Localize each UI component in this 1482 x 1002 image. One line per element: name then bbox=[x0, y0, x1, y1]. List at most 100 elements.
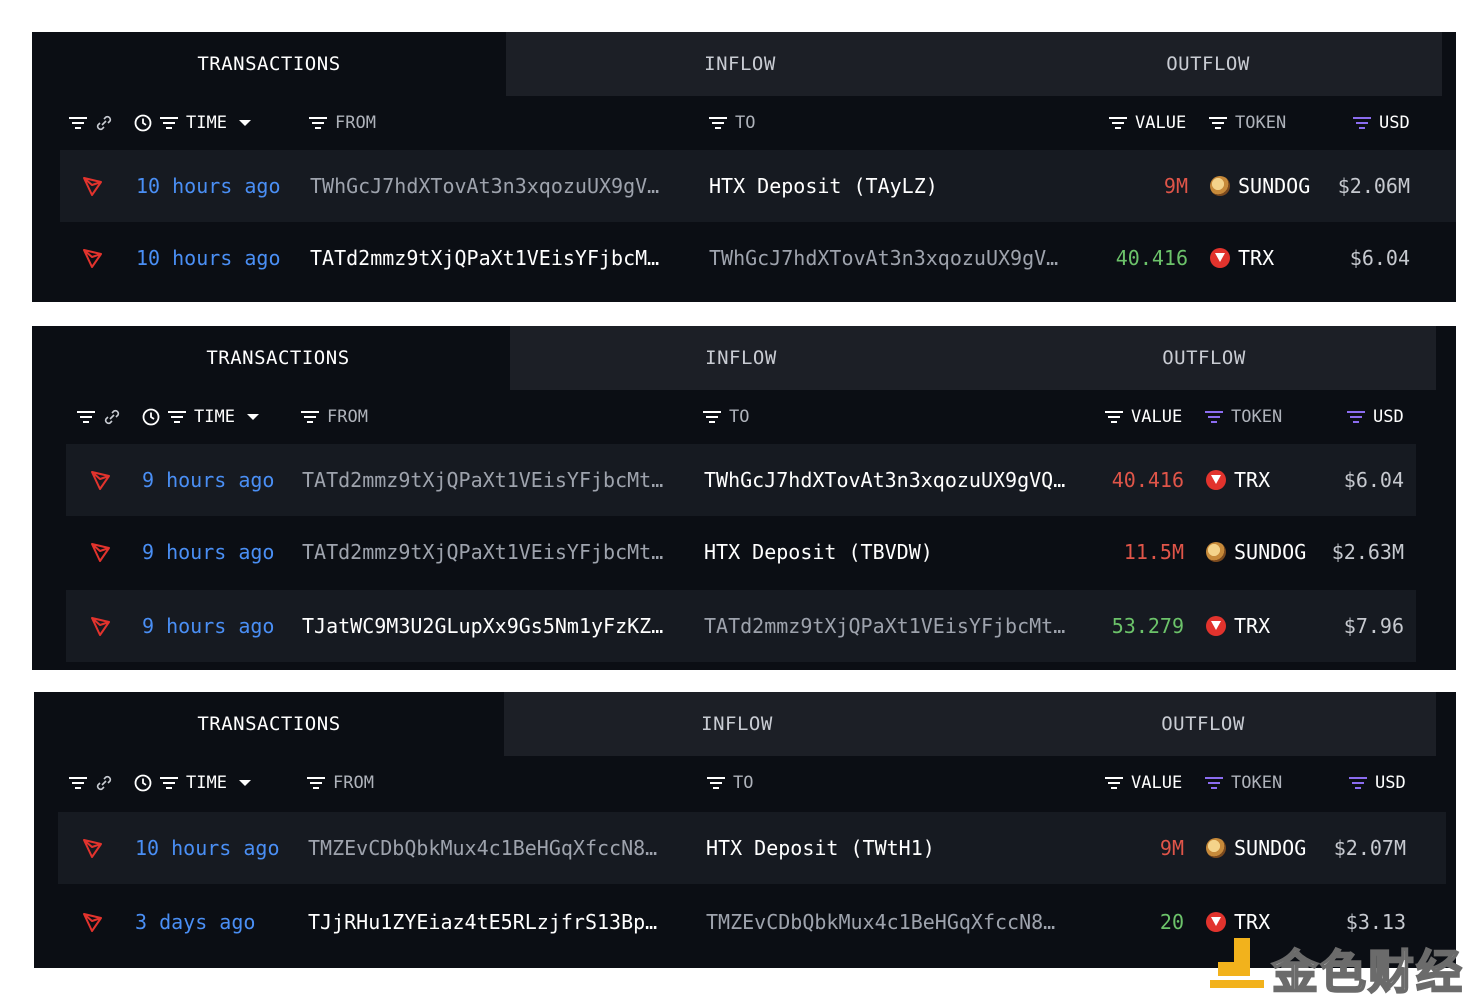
filter-icon[interactable] bbox=[76, 410, 96, 424]
from-address[interactable]: TJatWC9M3U2GLupXx9Gs5Nm1yFzKZ… bbox=[302, 590, 663, 662]
tab-inflow[interactable]: INFLOW bbox=[510, 326, 972, 390]
to-address[interactable]: TMZEvCDbQbkMux4c1BeHGqXfccN8… bbox=[706, 886, 1055, 958]
filter-icon[interactable] bbox=[159, 116, 179, 130]
value-header[interactable]: VALUE bbox=[1104, 756, 1182, 810]
tab-outflow[interactable]: OUTFLOW bbox=[974, 32, 1442, 96]
to-header[interactable]: TO bbox=[702, 390, 749, 444]
time-link[interactable]: 10 hours ago bbox=[135, 812, 280, 884]
token-cell[interactable]: SUNDOG bbox=[1206, 812, 1306, 884]
usd-header[interactable]: USD bbox=[1348, 756, 1406, 810]
watermark-logo: 金色财经 bbox=[1208, 932, 1478, 1000]
value-amount: 9M bbox=[1163, 174, 1188, 198]
caret-down-icon[interactable] bbox=[238, 118, 252, 128]
time-link[interactable]: 3 days ago bbox=[135, 886, 255, 958]
from-address[interactable]: TATd2mmz9tXjQPaXt1VEisYFjbcMt… bbox=[302, 516, 663, 588]
token-cell[interactable]: SUNDOG bbox=[1206, 516, 1306, 588]
caret-down-icon[interactable] bbox=[246, 412, 260, 422]
to-address[interactable]: TWhGcJ7hdXTovAt3n3xqozuUX9gV… bbox=[709, 222, 1058, 294]
filter-icon[interactable] bbox=[159, 776, 179, 790]
tab-transactions[interactable]: TRANSACTIONS bbox=[46, 326, 510, 390]
filter-icon[interactable] bbox=[1348, 776, 1368, 790]
time-link[interactable]: 9 hours ago bbox=[142, 590, 274, 662]
filter-icon[interactable] bbox=[1104, 776, 1124, 790]
usd-header[interactable]: USD bbox=[1352, 96, 1410, 150]
value-header[interactable]: VALUE bbox=[1104, 390, 1182, 444]
token-header[interactable]: TOKEN bbox=[1204, 756, 1282, 810]
filter-icon[interactable] bbox=[1346, 410, 1366, 424]
filter-link-header[interactable] bbox=[76, 390, 121, 444]
tab-outflow[interactable]: OUTFLOW bbox=[970, 692, 1436, 756]
table-row[interactable]: 10 hours ago TWhGcJ7hdXTovAt3n3xqozuUX9g… bbox=[60, 150, 1456, 222]
filter-icon[interactable] bbox=[300, 410, 320, 424]
filter-icon[interactable] bbox=[68, 776, 88, 790]
from-header[interactable]: FROM bbox=[300, 390, 368, 444]
token-cell[interactable]: TRX bbox=[1210, 222, 1274, 294]
token-cell[interactable]: TRX bbox=[1206, 444, 1270, 516]
filter-icon[interactable] bbox=[308, 116, 328, 130]
filter-icon[interactable] bbox=[1204, 776, 1224, 790]
filter-icon[interactable] bbox=[167, 410, 187, 424]
time-header[interactable]: TIME bbox=[142, 390, 260, 444]
from-address[interactable]: TJjRHu1ZYEiaz4tE5RLzjfrS13Bp… bbox=[308, 886, 657, 958]
usd-header[interactable]: USD bbox=[1346, 390, 1404, 444]
time-link[interactable]: 10 hours ago bbox=[136, 222, 281, 294]
filter-icon[interactable] bbox=[706, 776, 726, 790]
link-icon[interactable] bbox=[95, 774, 113, 792]
token-cell[interactable]: TRX bbox=[1206, 590, 1270, 662]
token-header[interactable]: TOKEN bbox=[1204, 390, 1282, 444]
to-address[interactable]: HTX Deposit (TWtH1) bbox=[706, 812, 935, 884]
filter-icon[interactable] bbox=[702, 410, 722, 424]
filter-icon[interactable] bbox=[1108, 116, 1128, 130]
from-address[interactable]: TATd2mmz9tXjQPaXt1VEisYFjbcM… bbox=[310, 222, 659, 294]
to-address[interactable]: HTX Deposit (TAyLZ) bbox=[709, 150, 938, 222]
to-address[interactable]: TWhGcJ7hdXTovAt3n3xqozuUX9gVQ… bbox=[704, 444, 1065, 516]
tab-bar: TRANSACTIONS INFLOW OUTFLOW bbox=[32, 32, 1456, 96]
tron-logo-icon bbox=[91, 471, 110, 490]
filter-icon[interactable] bbox=[68, 116, 88, 130]
filter-icon[interactable] bbox=[708, 116, 728, 130]
to-address[interactable]: HTX Deposit (TBVDW) bbox=[704, 516, 933, 588]
value-amount: 40.416 bbox=[1111, 468, 1184, 492]
time-header-label: TIME bbox=[194, 407, 235, 427]
time-link[interactable]: 10 hours ago bbox=[136, 150, 281, 222]
table-row[interactable]: 10 hours ago TMZEvCDbQbkMux4c1BeHGqXfccN… bbox=[58, 812, 1446, 884]
tab-inflow[interactable]: INFLOW bbox=[504, 692, 970, 756]
to-header[interactable]: TO bbox=[708, 96, 755, 150]
value-header[interactable]: VALUE bbox=[1108, 96, 1186, 150]
table-row[interactable]: 10 hours ago TATd2mmz9tXjQPaXt1VEisYFjbc… bbox=[60, 222, 1456, 294]
tron-logo-icon bbox=[83, 913, 102, 932]
token-cell[interactable]: SUNDOG bbox=[1210, 150, 1310, 222]
from-address[interactable]: TATd2mmz9tXjQPaXt1VEisYFjbcMt… bbox=[302, 444, 663, 516]
filter-icon[interactable] bbox=[1352, 116, 1372, 130]
from-header[interactable]: FROM bbox=[308, 96, 376, 150]
filter-icon[interactable] bbox=[306, 776, 326, 790]
to-address[interactable]: TATd2mmz9tXjQPaXt1VEisYFjbcMt… bbox=[704, 590, 1065, 662]
filter-icon[interactable] bbox=[1104, 410, 1124, 424]
clock-icon bbox=[134, 774, 152, 792]
link-icon[interactable] bbox=[103, 408, 121, 426]
link-icon[interactable] bbox=[95, 114, 113, 132]
time-header[interactable]: TIME bbox=[134, 756, 252, 810]
table-row[interactable]: 9 hours ago TATd2mmz9tXjQPaXt1VEisYFjbcM… bbox=[66, 516, 1416, 588]
from-address[interactable]: TMZEvCDbQbkMux4c1BeHGqXfccN8… bbox=[308, 812, 657, 884]
column-header-row: TIME FROM TO VALUE TOKEN USD bbox=[34, 756, 1456, 810]
tab-transactions[interactable]: TRANSACTIONS bbox=[34, 692, 504, 756]
table-row[interactable]: 9 hours ago TATd2mmz9tXjQPaXt1VEisYFjbcM… bbox=[66, 444, 1416, 516]
from-address[interactable]: TWhGcJ7hdXTovAt3n3xqozuUX9gV… bbox=[310, 150, 659, 222]
time-link[interactable]: 9 hours ago bbox=[142, 516, 274, 588]
to-header[interactable]: TO bbox=[706, 756, 753, 810]
filter-icon[interactable] bbox=[1204, 410, 1224, 424]
time-header[interactable]: TIME bbox=[134, 96, 252, 150]
filter-link-header[interactable] bbox=[68, 96, 113, 150]
tab-transactions[interactable]: TRANSACTIONS bbox=[32, 32, 506, 96]
from-header[interactable]: FROM bbox=[306, 756, 374, 810]
token-header[interactable]: TOKEN bbox=[1208, 96, 1286, 150]
tab-outflow[interactable]: OUTFLOW bbox=[972, 326, 1436, 390]
filter-icon[interactable] bbox=[1208, 116, 1228, 130]
sundog-coin-icon bbox=[1210, 176, 1230, 196]
time-link[interactable]: 9 hours ago bbox=[142, 444, 274, 516]
filter-link-header[interactable] bbox=[68, 756, 113, 810]
tab-inflow[interactable]: INFLOW bbox=[506, 32, 974, 96]
table-row[interactable]: 9 hours ago TJatWC9M3U2GLupXx9Gs5Nm1yFzK… bbox=[66, 590, 1416, 662]
caret-down-icon[interactable] bbox=[238, 778, 252, 788]
